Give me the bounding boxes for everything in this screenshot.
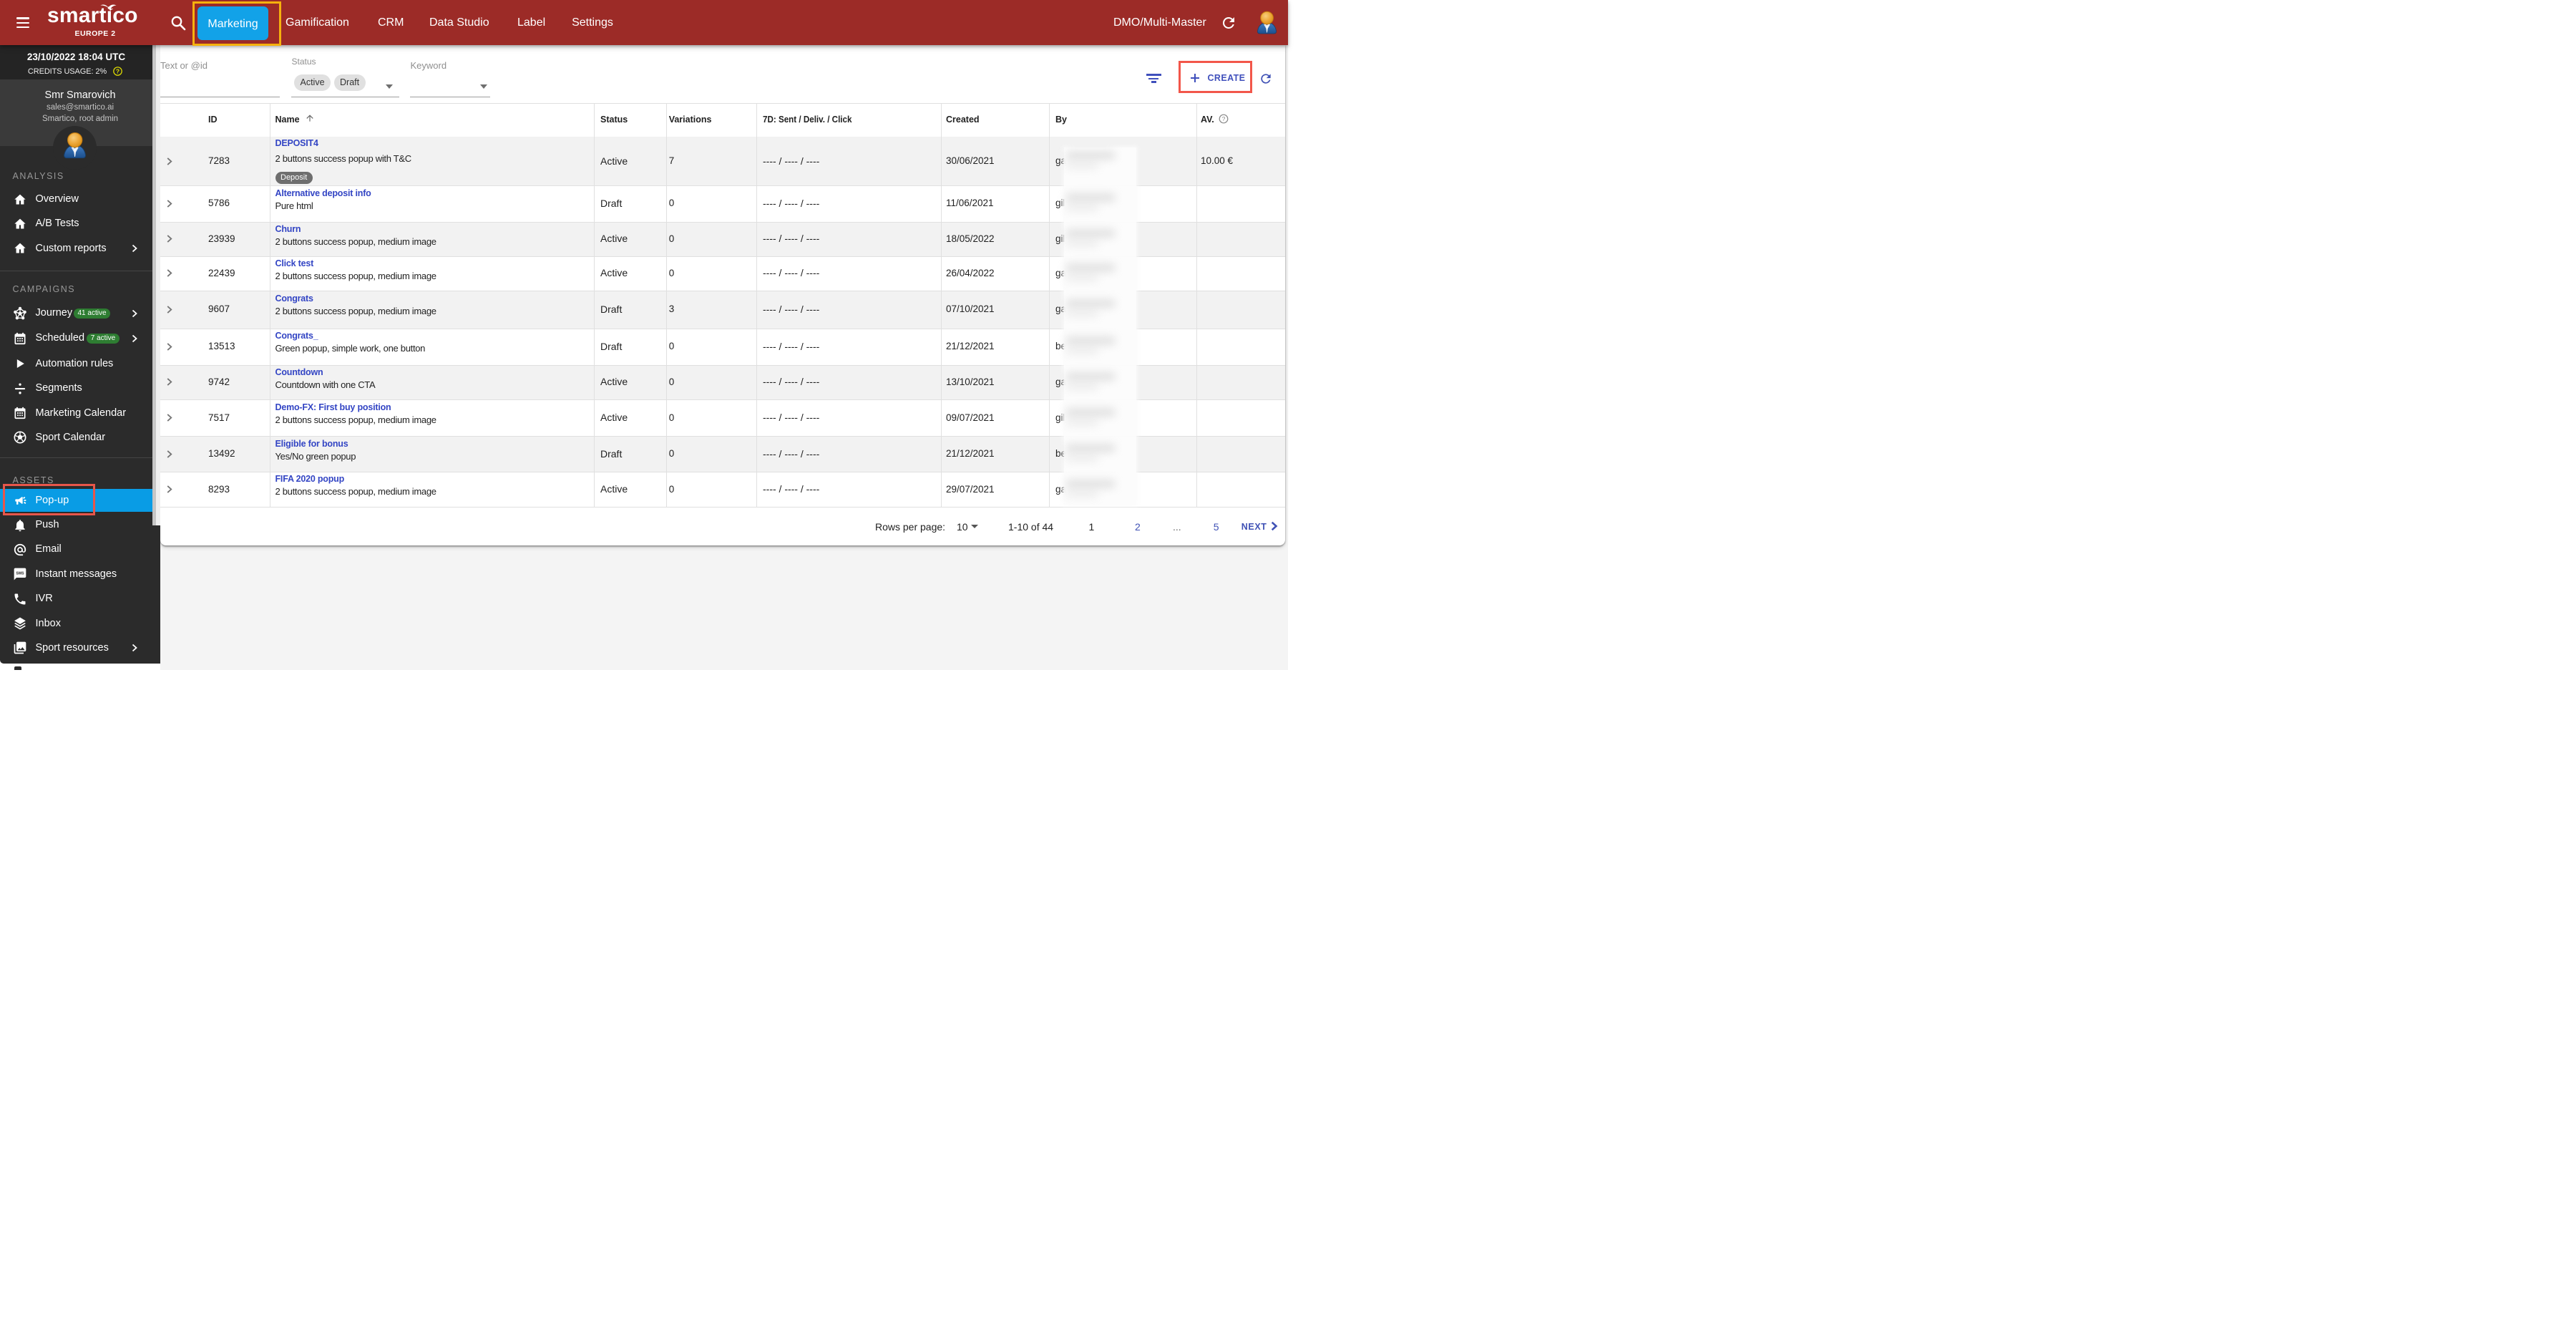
svg-text:?: ? <box>116 67 119 74</box>
svg-text:SMS: SMS <box>16 572 24 576</box>
svg-text:?: ? <box>1221 115 1225 122</box>
